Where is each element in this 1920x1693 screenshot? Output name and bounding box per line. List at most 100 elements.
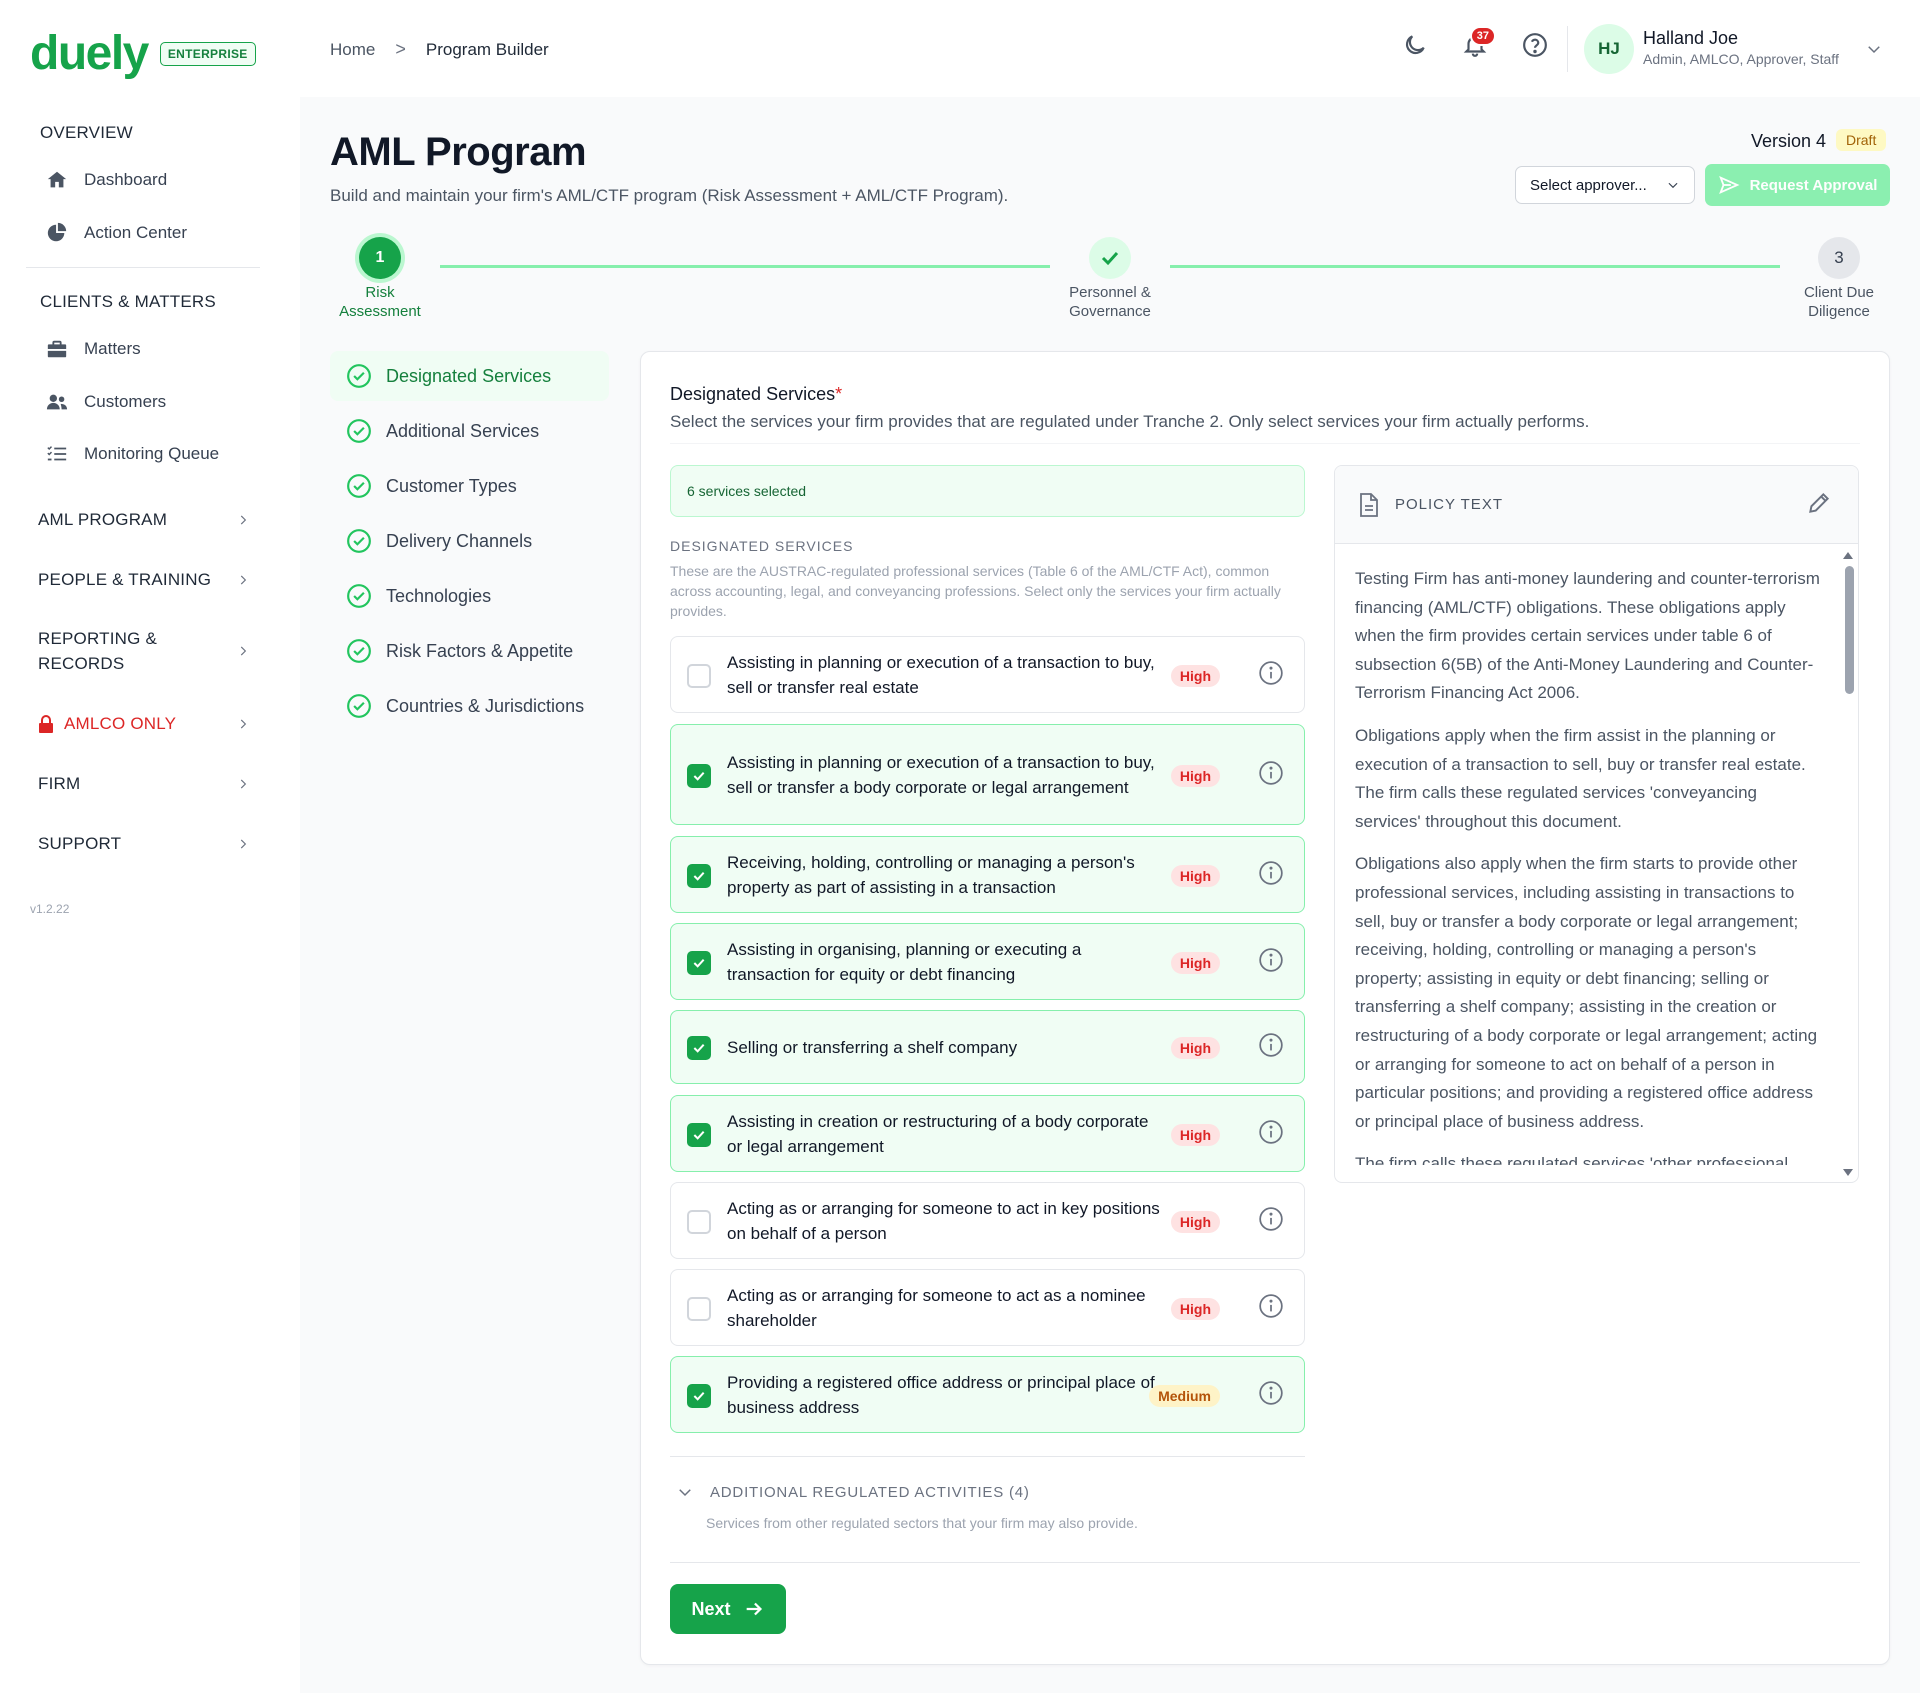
- sidebar-group-aml-program[interactable]: AML PROGRAM: [38, 507, 250, 532]
- brand-logo[interactable]: duely ENTERPRISE: [30, 28, 256, 80]
- service-row[interactable]: Selling or transferring a shelf company …: [670, 1010, 1305, 1084]
- service-checkbox[interactable]: [687, 663, 711, 688]
- user-name[interactable]: Halland Joe: [1643, 28, 1738, 49]
- section-technologies[interactable]: Technologies: [330, 571, 609, 621]
- check-circle-icon: [347, 364, 371, 388]
- service-row[interactable]: Receiving, holding, controlling or manag…: [670, 836, 1305, 913]
- service-label: Assisting in organising, planning or exe…: [727, 939, 1082, 984]
- service-checkbox[interactable]: [687, 863, 711, 888]
- scrollbar-thumb[interactable]: [1845, 566, 1854, 694]
- required-mark: *: [835, 384, 843, 404]
- request-approval-button[interactable]: Request Approval: [1705, 164, 1890, 206]
- sidebar-item-label: Action Center: [84, 223, 187, 242]
- service-row[interactable]: Assisting in organising, planning or exe…: [670, 923, 1305, 1000]
- card-title-text: Designated Services: [670, 384, 836, 404]
- risk-badge: High: [1170, 1037, 1220, 1059]
- chevron-right-icon: [240, 515, 247, 524]
- scroll-up-arrow[interactable]: [1843, 552, 1853, 559]
- step-risk-assessment[interactable]: 1: [359, 237, 401, 279]
- header-actions: 37: [1400, 26, 1550, 60]
- info-button[interactable]: [1258, 1293, 1284, 1319]
- service-checkbox[interactable]: [687, 1296, 711, 1321]
- sidebar-item-label: Matters: [84, 339, 141, 358]
- section-customer-types[interactable]: Customer Types: [330, 461, 609, 511]
- section-delivery-channels[interactable]: Delivery Channels: [330, 516, 609, 566]
- sidebar-group-label: AML PROGRAM: [38, 510, 168, 529]
- sidebar-item-dashboard[interactable]: Dashboard: [46, 169, 167, 191]
- service-row[interactable]: Assisting in creation or restructuring o…: [670, 1095, 1305, 1172]
- info-button[interactable]: [1258, 660, 1284, 686]
- info-button[interactable]: [1258, 760, 1284, 786]
- section-label: Designated Services: [386, 365, 552, 386]
- avatar[interactable]: HJ: [1584, 24, 1634, 74]
- step-label-line: Risk: [365, 284, 395, 301]
- section-designated-services[interactable]: Designated Services: [330, 351, 609, 401]
- section-additional-services[interactable]: Additional Services: [330, 406, 609, 456]
- service-row[interactable]: Assisting in planning or execution of a …: [670, 636, 1305, 713]
- info-button[interactable]: [1258, 947, 1284, 973]
- brand-name: duely: [30, 27, 149, 80]
- service-row[interactable]: Assisting in planning or execution of a …: [670, 724, 1305, 825]
- sidebar-group-amlco-only[interactable]: AMLCO ONLY: [38, 711, 250, 736]
- approver-select[interactable]: Select approver...: [1515, 166, 1695, 204]
- info-button[interactable]: [1258, 1206, 1284, 1232]
- edit-policy-button[interactable]: [1806, 490, 1834, 518]
- info-button[interactable]: [1258, 1380, 1284, 1406]
- service-checkbox[interactable]: [687, 1383, 711, 1408]
- breadcrumb-separator: >: [395, 39, 406, 59]
- section-risk-factors[interactable]: Risk Factors & Appetite: [330, 626, 609, 676]
- chevron-down-icon[interactable]: [1865, 40, 1883, 58]
- page-title: AML Program: [330, 130, 587, 174]
- sidebar-item-action-center[interactable]: Action Center: [46, 222, 187, 244]
- briefcase-icon: [47, 340, 67, 358]
- sidebar-item-monitoring-queue[interactable]: Monitoring Queue: [46, 443, 219, 465]
- card-description: Select the services your firm provides t…: [670, 412, 1590, 431]
- risk-badge: High: [1170, 664, 1220, 687]
- list-check-icon: [47, 446, 67, 461]
- service-label: Assisting in planning or execution of a …: [727, 752, 1155, 797]
- info-button[interactable]: [1258, 860, 1284, 886]
- check-circle-icon: [347, 419, 371, 443]
- notifications-button[interactable]: 37: [1460, 26, 1496, 60]
- risk-badge: Medium: [1149, 1384, 1220, 1407]
- service-label: Acting as or arranging for someone to ac…: [727, 1198, 1160, 1243]
- pencil-icon: [1809, 492, 1830, 513]
- check-icon: [693, 871, 705, 881]
- service-checkbox[interactable]: [687, 950, 711, 975]
- user-role: Admin, AMLCO, Approver, Staff: [1643, 51, 1839, 67]
- additional-activities-toggle[interactable]: ADDITIONAL REGULATED ACTIVITIES (4): [676, 1483, 1030, 1501]
- policy-panel-header: POLICY TEXT: [1335, 466, 1858, 544]
- step-label-line: Governance: [1069, 303, 1151, 320]
- sidebar-item-customers[interactable]: Customers: [46, 391, 166, 413]
- theme-toggle-button[interactable]: [1400, 30, 1430, 60]
- risk-badge: High: [1170, 1123, 1220, 1146]
- help-button[interactable]: [1520, 30, 1550, 60]
- breadcrumb-home-link[interactable]: Home: [330, 40, 375, 60]
- scroll-down-arrow[interactable]: [1843, 1169, 1853, 1176]
- chevron-right-icon: [240, 575, 247, 584]
- service-row[interactable]: Acting as or arranging for someone to ac…: [670, 1182, 1305, 1259]
- info-button[interactable]: [1258, 1119, 1284, 1145]
- next-button[interactable]: Next: [670, 1584, 786, 1634]
- sidebar-group-reporting-records[interactable]: REPORTING & RECORDS: [38, 626, 250, 676]
- sidebar-group-firm[interactable]: FIRM: [38, 771, 250, 796]
- sidebar-item-matters[interactable]: Matters: [46, 338, 141, 360]
- info-button[interactable]: [1258, 1032, 1284, 1058]
- step-personnel-governance[interactable]: [1089, 237, 1131, 279]
- check-circle-icon: [347, 529, 371, 553]
- service-checkbox[interactable]: [687, 1122, 711, 1147]
- info-icon: [1259, 860, 1283, 885]
- chevron-right-icon: [240, 839, 247, 848]
- section-countries-jurisdictions[interactable]: Countries & Jurisdictions: [330, 681, 609, 731]
- section-label: Risk Factors & Appetite: [386, 640, 574, 661]
- step-client-due-diligence[interactable]: 3: [1818, 237, 1860, 279]
- service-checkbox[interactable]: [687, 1209, 711, 1234]
- service-row[interactable]: Acting as or arranging for someone to ac…: [670, 1269, 1305, 1346]
- sidebar-group-people-training[interactable]: PEOPLE & TRAINING: [38, 567, 250, 592]
- service-checkbox[interactable]: [687, 763, 711, 788]
- sidebar-group-label: FIRM: [38, 774, 81, 793]
- service-row[interactable]: Providing a registered office address or…: [670, 1356, 1305, 1433]
- check-circle-icon: [347, 694, 371, 718]
- sidebar-group-support[interactable]: SUPPORT: [38, 831, 250, 856]
- service-checkbox[interactable]: [687, 1036, 711, 1060]
